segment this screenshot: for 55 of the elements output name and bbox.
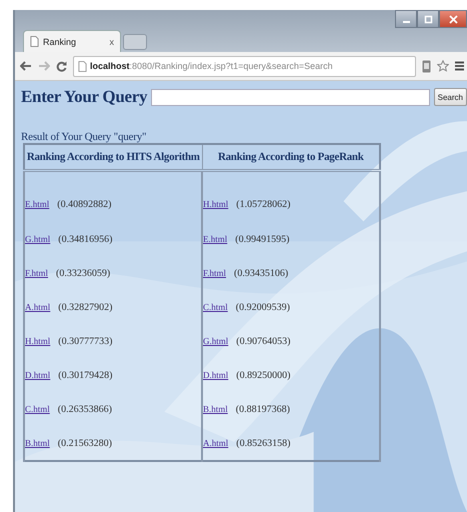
rank-score: (1.05728062) bbox=[236, 198, 290, 210]
page-action-icon[interactable] bbox=[422, 60, 431, 72]
page-link[interactable]: F.html bbox=[25, 268, 48, 278]
rank-score: (0.93435106) bbox=[234, 268, 288, 278]
rank-score: (0.99491595) bbox=[235, 234, 290, 244]
rank-score: (0.40892882) bbox=[57, 198, 112, 210]
rank-score: (0.26353866) bbox=[58, 404, 112, 414]
page-link[interactable]: G.html bbox=[203, 336, 228, 346]
star-icon[interactable] bbox=[437, 60, 449, 72]
result-caption: Result of Your Query "query" bbox=[21, 131, 148, 143]
page-link[interactable]: B.html bbox=[25, 438, 50, 448]
rank-score: (0.30179428) bbox=[58, 370, 112, 380]
page-link[interactable]: C.html bbox=[203, 302, 228, 312]
back-icon[interactable] bbox=[20, 61, 32, 71]
page-link[interactable]: G.html bbox=[25, 234, 50, 244]
rank-score: (0.90764053) bbox=[236, 336, 290, 346]
url-text: localhost:8080/Ranking/index.jsp?t1=query&search=Search bbox=[90, 61, 333, 71]
page-link[interactable]: E.html bbox=[203, 234, 228, 244]
page-link[interactable]: D.html bbox=[25, 370, 50, 380]
minimize-button[interactable] bbox=[395, 10, 417, 28]
search-button[interactable]: Search bbox=[434, 88, 467, 106]
menu-icon[interactable] bbox=[455, 61, 464, 71]
reload-icon[interactable] bbox=[56, 60, 67, 72]
page-link[interactable]: A.html bbox=[203, 438, 228, 448]
rank-score: (0.88197368) bbox=[236, 404, 290, 414]
query-heading: Enter Your Query bbox=[21, 87, 148, 107]
tab-title: Ranking bbox=[43, 36, 78, 46]
rank-score: (0.85263158) bbox=[236, 438, 290, 448]
page-icon bbox=[30, 36, 39, 47]
page-link[interactable]: H.html bbox=[203, 199, 228, 209]
minimize-icon bbox=[402, 21, 410, 23]
rank-score: (0.21563280) bbox=[58, 438, 112, 448]
close-button[interactable] bbox=[439, 10, 467, 28]
column-header: Ranking According to HITS Algorithm bbox=[24, 144, 202, 170]
rank-score: (0.89250000) bbox=[236, 370, 290, 380]
page-link[interactable]: B.html bbox=[203, 404, 228, 414]
rank-score: (0.32827902) bbox=[58, 302, 112, 312]
rank-score: (0.30777733) bbox=[58, 336, 112, 346]
browser-tab[interactable]: Ranking x bbox=[23, 30, 121, 52]
maximize-button[interactable] bbox=[417, 10, 439, 28]
page-icon bbox=[78, 60, 87, 72]
page-link[interactable]: C.html bbox=[25, 404, 50, 414]
page-link[interactable]: H.html bbox=[25, 336, 50, 346]
tab-close-button[interactable]: x bbox=[110, 36, 114, 46]
query-field[interactable] bbox=[151, 88, 430, 106]
page-link[interactable]: F.html bbox=[203, 268, 226, 278]
rank-score: (0.34816956) bbox=[58, 234, 112, 244]
page-link[interactable]: A.html bbox=[25, 302, 50, 312]
close-icon bbox=[448, 14, 458, 24]
rank-score: (0.92009539) bbox=[236, 302, 290, 312]
rank-score: (0.33236059) bbox=[56, 268, 110, 278]
maximize-icon bbox=[424, 14, 432, 24]
address-bar[interactable]: localhost:8080/Ranking/index.jsp?t1=query&search=Search bbox=[73, 56, 416, 76]
page-link[interactable]: E.html bbox=[25, 199, 50, 209]
page-link[interactable]: D.html bbox=[203, 370, 228, 380]
